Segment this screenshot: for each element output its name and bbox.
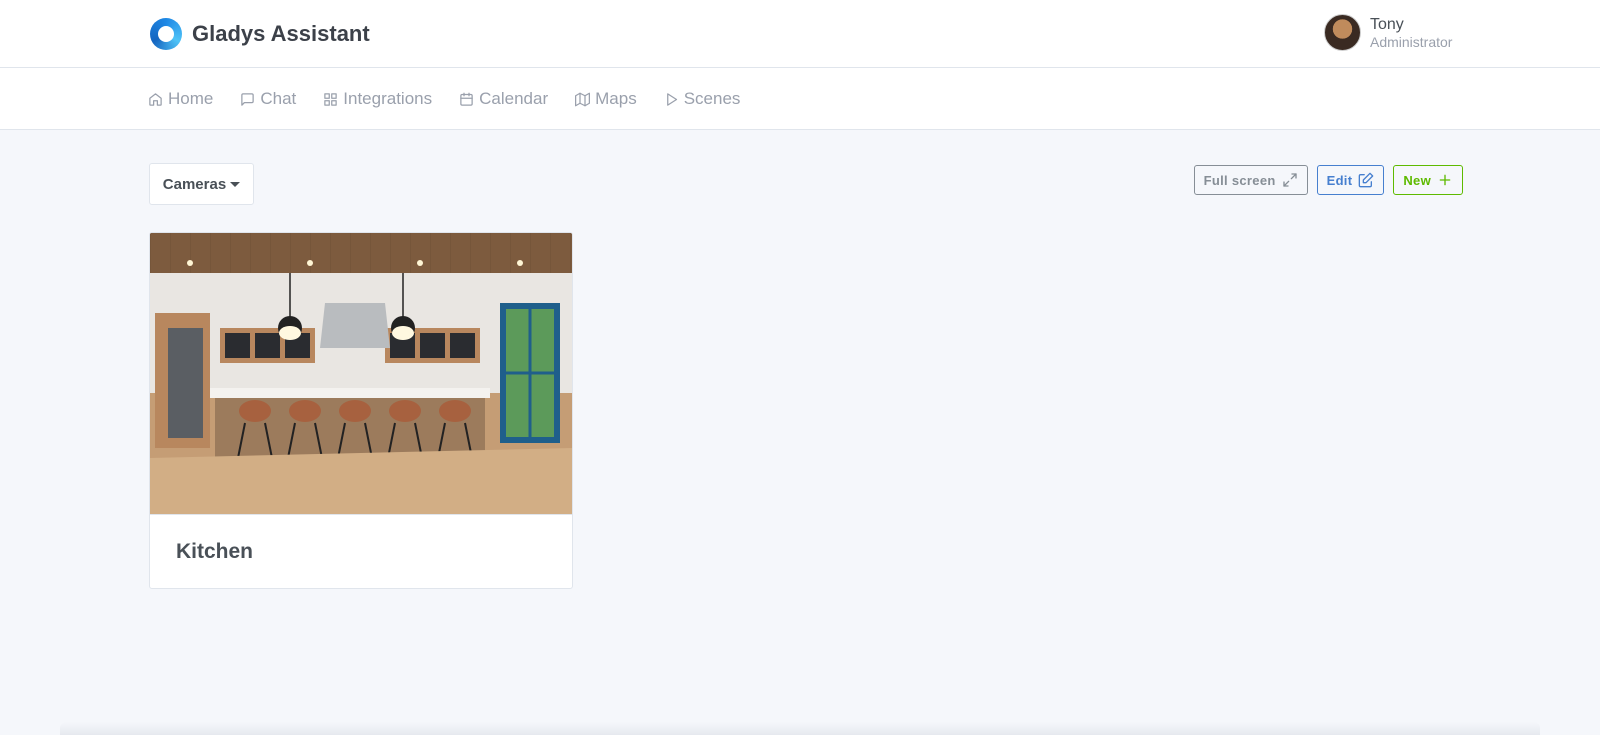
camera-card-title: Kitchen <box>150 514 572 588</box>
caret-down-icon <box>230 181 241 187</box>
nav-item-label: Home <box>168 89 214 108</box>
nav-item-label: Calendar <box>479 89 549 108</box>
app-name: Gladys Assistant <box>192 21 370 46</box>
nav-item-home[interactable]: Home <box>148 89 213 109</box>
home-icon <box>149 92 162 106</box>
grid-icon <box>324 92 338 106</box>
nav-item-maps[interactable]: Maps <box>575 89 637 109</box>
play-icon <box>666 92 677 106</box>
nav-item-label: Chat <box>260 89 297 108</box>
chat-icon <box>241 92 255 106</box>
page-bottom-edge <box>60 722 1540 735</box>
calendar-icon <box>460 92 473 106</box>
kitchen-camera-image <box>150 233 572 514</box>
edit-icon <box>1359 172 1374 188</box>
nav-item-calendar[interactable]: Calendar <box>459 89 548 109</box>
fullscreen-button-label: Full screen <box>1203 172 1276 188</box>
main-nav: Home Chat Integrations Calendar Maps Sce… <box>0 68 1600 130</box>
brand[interactable]: Gladys Assistant <box>150 18 370 50</box>
camera-card: Kitchen <box>149 232 573 589</box>
edit-button-label: Edit <box>1326 172 1353 188</box>
user-menu[interactable]: Tony Administrator <box>1324 14 1452 51</box>
top-header: Gladys Assistant Tony Administrator <box>0 0 1600 68</box>
new-button-label: New <box>1403 172 1431 188</box>
dashboard-selector-label: Cameras <box>162 175 227 193</box>
nav-item-scenes[interactable]: Scenes <box>664 89 741 109</box>
avatar[interactable] <box>1324 14 1361 51</box>
new-button[interactable]: New <box>1393 165 1463 195</box>
nav-item-label: Maps <box>595 89 637 108</box>
map-icon <box>575 92 591 106</box>
dashboard-selector-dropdown[interactable]: Cameras <box>149 163 254 205</box>
user-role: Administrator <box>1370 33 1453 50</box>
user-info: Tony Administrator <box>1370 15 1452 51</box>
nav-item-chat[interactable]: Chat <box>240 89 296 109</box>
maximize-icon <box>1282 173 1297 187</box>
camera-image[interactable] <box>150 233 572 514</box>
nav-list: Home Chat Integrations Calendar Maps Sce… <box>148 68 767 130</box>
fullscreen-button[interactable]: Full screen <box>1193 165 1308 195</box>
edit-button[interactable]: Edit <box>1316 165 1385 195</box>
dashboard-actions: Full screen Edit New <box>1185 165 1463 195</box>
nav-item-integrations[interactable]: Integrations <box>323 89 432 109</box>
nav-item-label: Scenes <box>683 89 741 108</box>
nav-item-label: Integrations <box>343 89 433 108</box>
plus-icon <box>1439 174 1451 186</box>
gladys-logo-icon <box>150 18 182 50</box>
user-name: Tony <box>1370 15 1404 33</box>
